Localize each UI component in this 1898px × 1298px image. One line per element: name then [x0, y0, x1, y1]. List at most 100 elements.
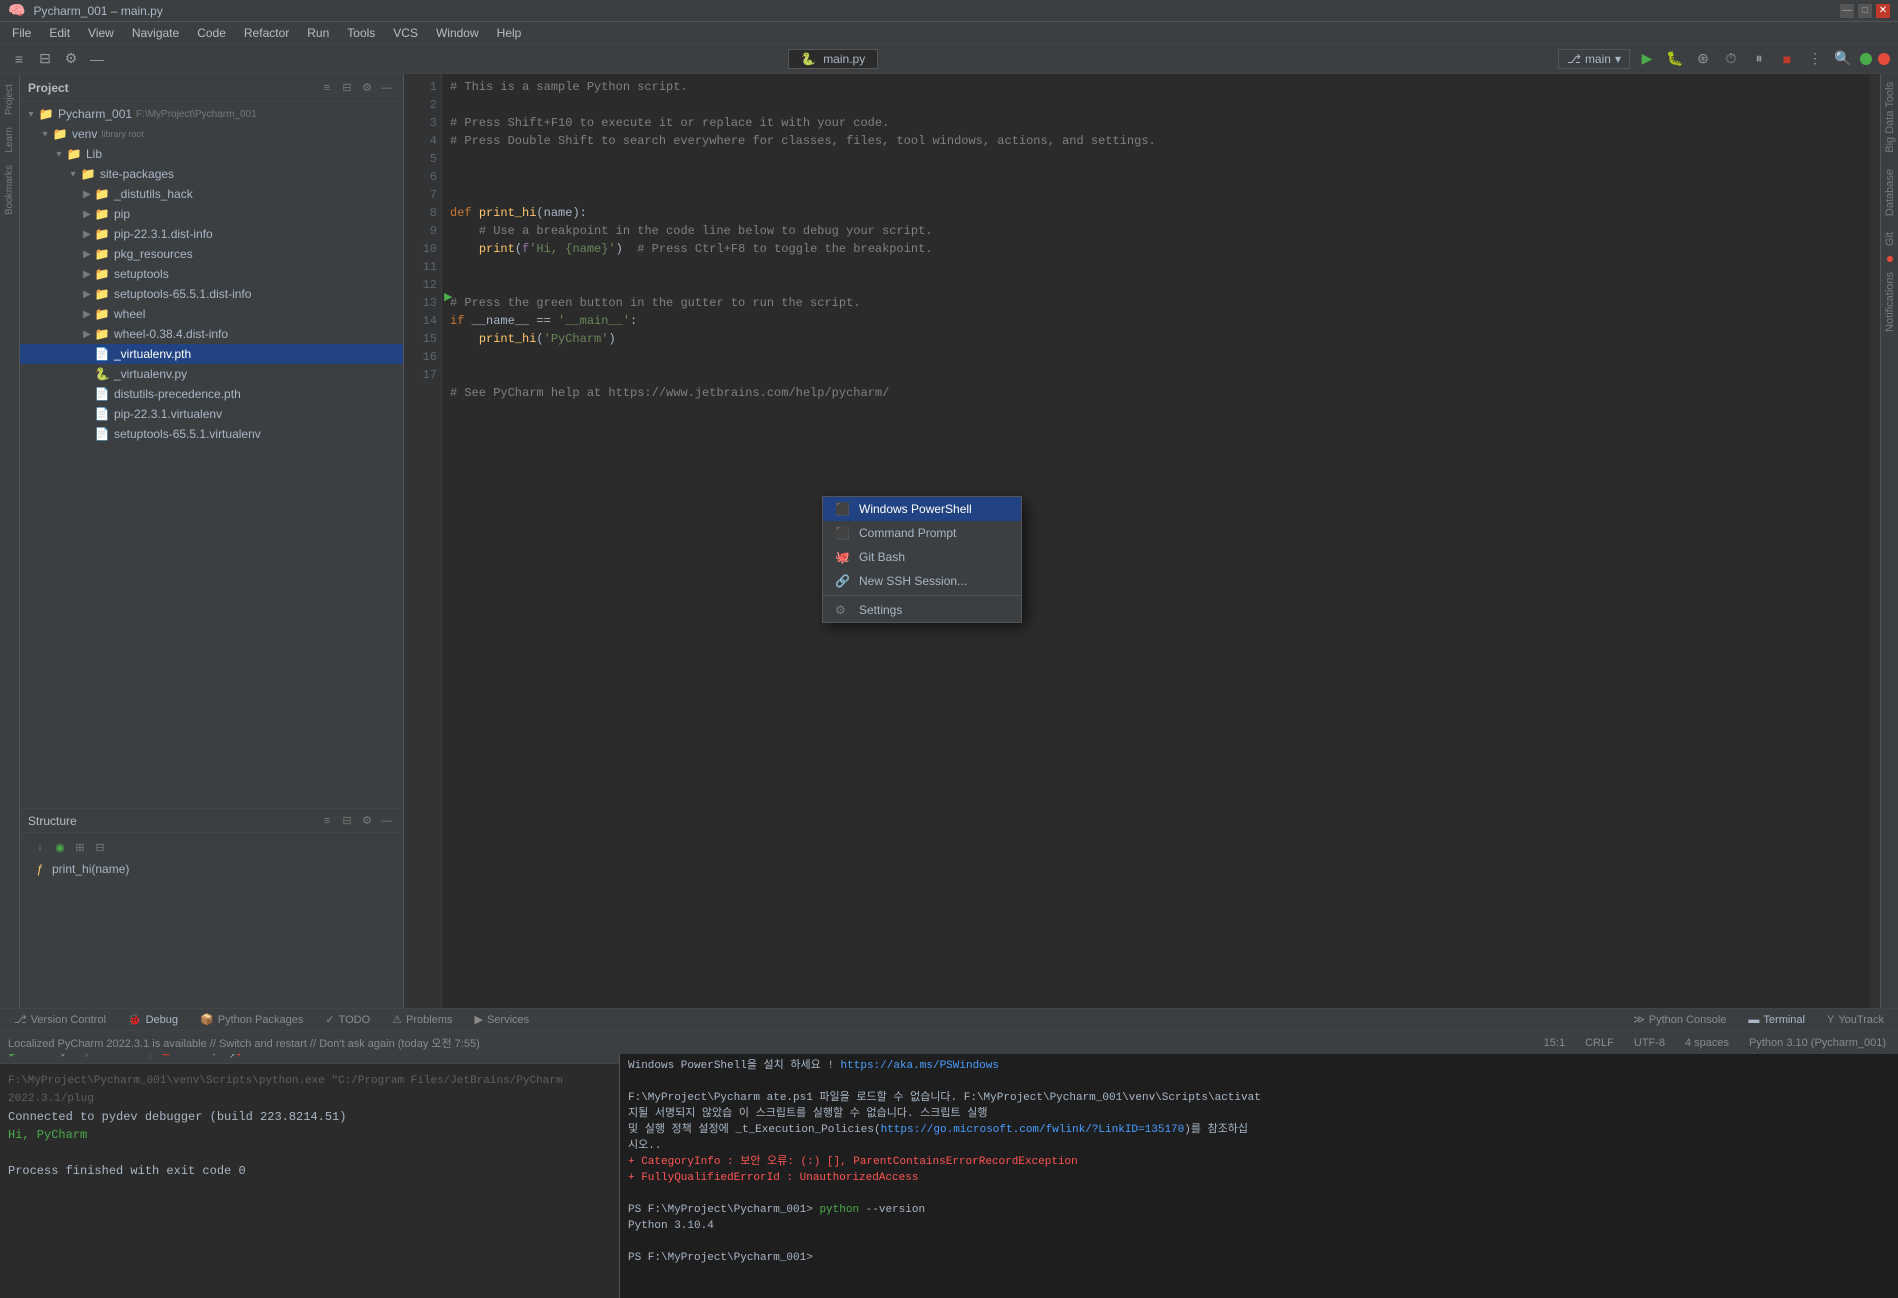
tree-distutils[interactable]: ▶ 📁 _distutils_hack	[20, 184, 403, 204]
menu-help[interactable]: Help	[489, 24, 530, 42]
close-button[interactable]: ✕	[1876, 4, 1890, 18]
panel-close-icon[interactable]: —	[379, 80, 395, 96]
debug-button[interactable]: 🐛	[1664, 48, 1686, 70]
tree-virtualenv-py[interactable]: 🐍 _virtualenv.py	[20, 364, 403, 384]
git-label[interactable]: Git	[1882, 224, 1898, 254]
tree-pip-venv[interactable]: 📄 pip-22.3.1.virtualenv	[20, 404, 403, 424]
ctx-item-command-prompt[interactable]: ⬛ Command Prompt	[823, 521, 1021, 545]
learn-vertical-label[interactable]: Learn	[2, 121, 17, 159]
structure-content: ↓ ◉ ⊞ ⊟ ƒ print_hi(name)	[20, 833, 403, 883]
distutils-pth-icon: 📄	[94, 387, 110, 401]
status-linesep[interactable]: CRLF	[1581, 1037, 1618, 1049]
tab-youtrack[interactable]: Y YouTrack	[1817, 1010, 1894, 1030]
ctx-item-new-ssh[interactable]: 🔗 New SSH Session...	[823, 569, 1021, 593]
more-button[interactable]: ⋮	[1804, 48, 1826, 70]
tree-setuptools[interactable]: ▶ 📁 setuptools	[20, 264, 403, 284]
status-position[interactable]: 15:1	[1540, 1037, 1569, 1049]
structure-button[interactable]: ⊟	[34, 48, 56, 70]
tree-pkg-resources[interactable]: ▶ 📁 pkg_resources	[20, 244, 403, 264]
tab-services[interactable]: ▶ Services	[465, 1010, 540, 1030]
profile-button[interactable]: ⏱	[1720, 48, 1742, 70]
todo-icon: ✓	[325, 1013, 334, 1026]
tree-setuptools-venv[interactable]: 📄 setuptools-65.5.1.virtualenv	[20, 424, 403, 444]
tab-debug[interactable]: 🐞 Debug	[118, 1010, 188, 1030]
menu-edit[interactable]: Edit	[41, 24, 78, 42]
menu-file[interactable]: File	[4, 24, 39, 42]
editor-code-area[interactable]: ▶ # This is a sample Python script. # Pr…	[442, 74, 1870, 1008]
tree-wheel-dist[interactable]: ▶ 📁 wheel-0.38.4.dist-info	[20, 324, 403, 344]
tree-pip[interactable]: ▶ 📁 pip	[20, 204, 403, 224]
menu-window[interactable]: Window	[428, 24, 487, 42]
coverage-button[interactable]: ⊛	[1692, 48, 1714, 70]
database-label[interactable]: Database	[1882, 161, 1898, 224]
tab-problems[interactable]: ⚠ Problems	[382, 1010, 462, 1030]
branch-selector[interactable]: ⎇ main ▾	[1558, 49, 1630, 69]
pause-button[interactable]: ⏸	[1748, 48, 1770, 70]
structure-expand-icon[interactable]: ⊞	[72, 839, 88, 855]
structure-close-icon[interactable]: —	[379, 813, 395, 829]
menu-view[interactable]: View	[80, 24, 122, 42]
minimize-button[interactable]: —	[1840, 4, 1854, 18]
ctx-item-git-bash[interactable]: 🐙 Git Bash	[823, 545, 1021, 569]
tab-python-console[interactable]: ≫ Python Console	[1623, 1010, 1736, 1030]
pyconsole-label: Python Console	[1649, 1014, 1727, 1026]
status-encoding[interactable]: UTF-8	[1630, 1037, 1669, 1049]
code-content[interactable]: # This is a sample Python script. # Pres…	[442, 74, 1870, 424]
tree-lib[interactable]: ▾ 📁 Lib	[20, 144, 403, 164]
status-bar: Localized PyCharm 2022.3.1 is available …	[0, 1030, 1898, 1054]
tree-root[interactable]: ▾ 📁 Pycharm_001 F:\MyProject\Pycharm_001	[20, 104, 403, 124]
ctx-item-windows-powershell[interactable]: ⬛ Windows PowerShell	[823, 497, 1021, 521]
venv-arrow-icon: ▾	[38, 129, 52, 140]
notifications-label[interactable]: Notifications	[1882, 264, 1898, 340]
collapse-all-icon[interactable]: ⊟	[339, 80, 355, 96]
tree-virtualenv-pth[interactable]: 📄 _virtualenv.pth	[20, 344, 403, 364]
active-file-tab[interactable]: 🐍 main.py	[788, 49, 878, 69]
tree-setuptools-dist[interactable]: ▶ 📁 setuptools-65.5.1.dist-info	[20, 284, 403, 304]
terminal-content[interactable]: 새로운 기능 및 개선 Windows PowerShell을 설치 하세요 !…	[620, 1038, 1898, 1298]
menu-run[interactable]: Run	[299, 24, 337, 42]
tree-site-packages[interactable]: ▾ 📁 site-packages	[20, 164, 403, 184]
sort-icon[interactable]: ≡	[319, 80, 335, 96]
structure-highlight-icon[interactable]: ◉	[52, 839, 68, 855]
site-packages-arrow-icon: ▾	[66, 169, 80, 180]
ctx-item-settings[interactable]: ⚙ Settings	[823, 598, 1021, 622]
maximize-button[interactable]: □	[1858, 4, 1872, 18]
structure-collapse-icon[interactable]: ⊟	[339, 813, 355, 829]
panel-settings-icon[interactable]: ⚙	[359, 80, 375, 96]
editor-scrollbar[interactable]	[1870, 74, 1880, 1008]
problems-label: Problems	[406, 1014, 452, 1026]
stop-button[interactable]: ■	[1776, 48, 1798, 70]
structure-nav-icon[interactable]: ↓	[32, 839, 48, 855]
tab-version-control[interactable]: ⎇ Version Control	[4, 1010, 116, 1030]
project-view-button[interactable]: ≡	[8, 48, 30, 70]
status-indent[interactable]: 4 spaces	[1681, 1037, 1733, 1049]
tab-terminal[interactable]: ▬ Terminal	[1738, 1010, 1815, 1030]
menu-code[interactable]: Code	[189, 24, 234, 42]
youtrack-icon: Y	[1827, 1014, 1834, 1026]
tree-distutils-pth[interactable]: 📄 distutils-precedence.pth	[20, 384, 403, 404]
menu-vcs[interactable]: VCS	[385, 24, 426, 42]
settings-button[interactable]: ⚙	[60, 48, 82, 70]
collapse-button[interactable]: —	[86, 48, 108, 70]
structure-item-print-hi[interactable]: ƒ print_hi(name)	[28, 859, 395, 879]
menu-refactor[interactable]: Refactor	[236, 24, 297, 42]
run-button[interactable]: ▶	[1636, 48, 1658, 70]
tab-todo[interactable]: ✓ TODO	[315, 1010, 380, 1030]
menu-navigate[interactable]: Navigate	[124, 24, 187, 42]
project-vertical-label[interactable]: Project	[2, 78, 17, 121]
tab-python-packages[interactable]: 📦 Python Packages	[190, 1010, 313, 1030]
bookmark-vertical-label[interactable]: Bookmarks	[2, 159, 17, 221]
menu-tools[interactable]: Tools	[339, 24, 383, 42]
tree-wheel[interactable]: ▶ 📁 wheel	[20, 304, 403, 324]
toolbar-tabs: 🐍 main.py	[788, 49, 878, 69]
debug-blank	[8, 1144, 611, 1162]
tree-pip-dist[interactable]: ▶ 📁 pip-22.3.1.dist-info	[20, 224, 403, 244]
structure-collapse2-icon[interactable]: ⊟	[92, 839, 108, 855]
structure-settings-icon[interactable]: ⚙	[359, 813, 375, 829]
wheel-dist-arrow-icon: ▶	[80, 329, 94, 340]
status-python[interactable]: Python 3.10 (Pycharm_001)	[1745, 1037, 1890, 1049]
big-data-tools-label[interactable]: Big Data Tools	[1882, 74, 1898, 161]
search-everywhere-button[interactable]: 🔍	[1832, 48, 1854, 70]
tree-venv[interactable]: ▾ 📁 venv library root	[20, 124, 403, 144]
sort-alpha-icon[interactable]: ≡	[319, 813, 335, 829]
